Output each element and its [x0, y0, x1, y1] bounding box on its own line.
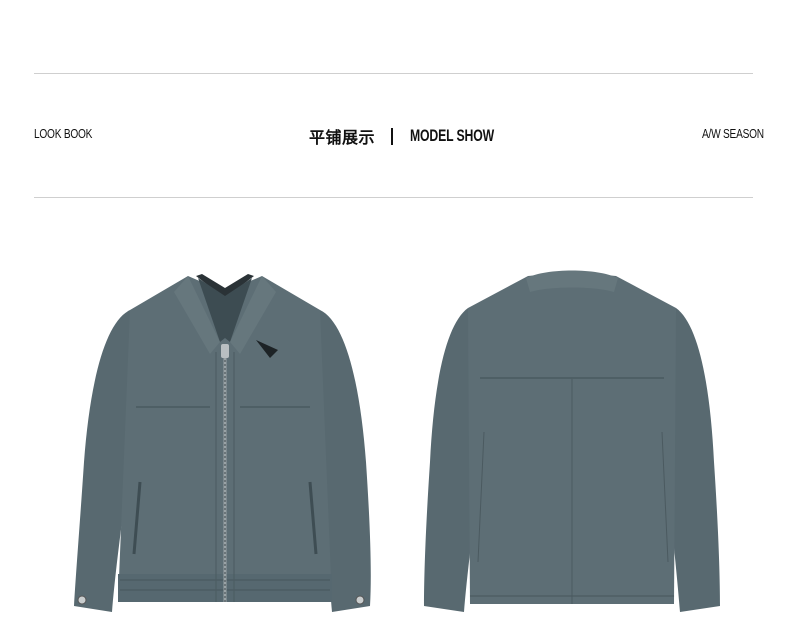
look-book-label: LOOK BOOK: [34, 126, 93, 141]
title-separator: [391, 127, 394, 145]
section-title-cn: 平铺展示: [309, 128, 376, 147]
section-title: 平铺展示 MODEL SHOW: [309, 124, 527, 148]
top-divider: [34, 73, 753, 74]
jacket-front-image: [70, 262, 380, 622]
bottom-divider: [34, 197, 753, 198]
jacket-back-image: [418, 262, 728, 622]
season-label: A/W SEASON: [702, 126, 764, 141]
section-title-en: MODEL SHOW: [410, 126, 495, 145]
